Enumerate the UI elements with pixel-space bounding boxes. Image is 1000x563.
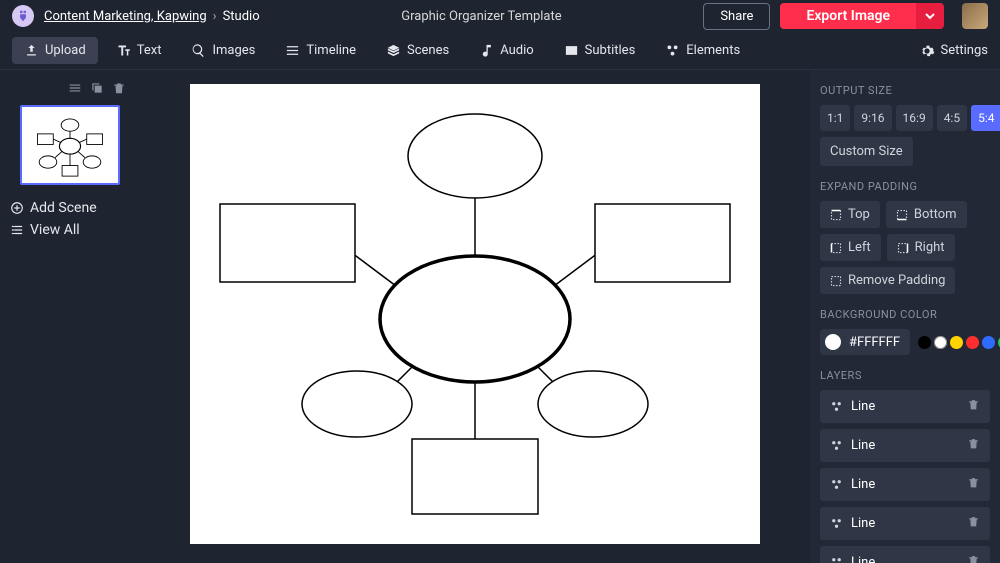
upload-button[interactable]: Upload <box>12 37 98 64</box>
add-scene-button[interactable]: Add Scene <box>10 197 130 219</box>
settings-button[interactable]: Settings <box>919 43 988 59</box>
scenes-button[interactable]: Scenes <box>374 37 461 64</box>
inspector-panel: OUTPUT SIZE 1:19:1616:94:55:4 Custom Siz… <box>810 70 1000 563</box>
pad-bottom-icon <box>896 209 908 221</box>
ratio-9-16[interactable]: 9:16 <box>854 105 891 131</box>
page-title[interactable]: Graphic Organizer Template <box>270 9 694 24</box>
add-scene-label: Add Scene <box>30 200 97 216</box>
breadcrumb: Content Marketing, Kapwing › Studio <box>44 9 260 24</box>
delete-icon[interactable] <box>112 80 126 99</box>
upload-label: Upload <box>45 43 86 58</box>
remove-padding-button[interactable]: Remove Padding <box>820 267 955 294</box>
pad-right-button[interactable]: Right <box>887 234 955 261</box>
pad-top-icon <box>830 209 842 221</box>
ratio-16-9[interactable]: 16:9 <box>896 105 933 131</box>
expand-padding-label: EXPAND PADDING <box>820 180 990 193</box>
images-button[interactable]: Images <box>179 37 267 64</box>
ratio-1-1[interactable]: 1:1 <box>820 105 850 131</box>
scenes-panel: Add Scene View All <box>0 70 140 563</box>
logo-icon[interactable] <box>12 5 34 27</box>
search-icon <box>191 43 206 58</box>
ratio-4-5[interactable]: 4:5 <box>937 105 967 131</box>
preset-color-0[interactable] <box>918 336 931 349</box>
breadcrumb-workspace[interactable]: Content Marketing, Kapwing <box>44 9 207 24</box>
images-label: Images <box>212 43 255 58</box>
layer-row-0[interactable]: Line <box>820 390 990 423</box>
preset-color-3[interactable] <box>966 336 979 349</box>
shape-icon <box>830 556 843 563</box>
reorder-icon[interactable] <box>68 80 82 99</box>
subtitles-label: Subtitles <box>585 43 636 58</box>
text-label: Text <box>137 43 162 58</box>
delete-layer-button[interactable] <box>967 437 980 454</box>
export-dropdown-button[interactable] <box>916 3 944 29</box>
audio-button[interactable]: Audio <box>467 37 545 64</box>
shape-icon <box>830 400 843 413</box>
background-color-value: #FFFFFF <box>849 335 900 350</box>
text-button[interactable]: Text <box>104 37 174 64</box>
elements-button[interactable]: Elements <box>653 37 752 64</box>
share-button[interactable]: Share <box>703 3 770 30</box>
layer-name: Line <box>851 477 875 492</box>
elements-icon <box>665 43 680 58</box>
scene-thumbnail[interactable] <box>20 105 120 185</box>
remove-padding-icon <box>830 275 842 287</box>
preset-color-1[interactable] <box>934 336 947 349</box>
layer-row-1[interactable]: Line <box>820 429 990 462</box>
pad-bottom-button[interactable]: Bottom <box>886 201 967 228</box>
scenes-icon <box>386 43 401 58</box>
scenes-label: Scenes <box>407 43 449 58</box>
layer-row-3[interactable]: Line <box>820 507 990 540</box>
text-icon <box>116 43 131 58</box>
ratio-5-4[interactable]: 5:4 <box>971 105 1000 131</box>
pad-right-icon <box>897 242 909 254</box>
list-icon <box>10 223 24 237</box>
pad-top-button[interactable]: Top <box>820 201 880 228</box>
shape-icon <box>830 478 843 491</box>
layer-row-2[interactable]: Line <box>820 468 990 501</box>
breadcrumb-page: Studio <box>223 9 260 24</box>
layer-name: Line <box>851 438 875 453</box>
plus-circle-icon <box>10 201 24 215</box>
pad-left-button[interactable]: Left <box>820 234 881 261</box>
timeline-button[interactable]: Timeline <box>273 37 368 64</box>
delete-layer-button[interactable] <box>967 398 980 415</box>
avatar[interactable] <box>962 3 988 29</box>
audio-label: Audio <box>500 43 533 58</box>
custom-size-button[interactable]: Custom Size <box>820 137 913 166</box>
layer-name: Line <box>851 555 875 563</box>
preset-color-2[interactable] <box>950 336 963 349</box>
subtitles-icon <box>564 43 579 58</box>
canvas[interactable] <box>190 84 760 544</box>
delete-layer-button[interactable] <box>967 554 980 563</box>
upload-icon <box>24 43 39 58</box>
current-color-swatch <box>825 334 841 350</box>
export-button[interactable]: Export Image <box>780 3 916 29</box>
output-size-label: OUTPUT SIZE <box>820 84 990 97</box>
background-color-input[interactable]: #FFFFFF <box>820 329 910 355</box>
gear-icon <box>919 43 935 59</box>
chevron-right-icon: › <box>213 9 217 24</box>
shape-icon <box>830 439 843 452</box>
preset-color-4[interactable] <box>982 336 995 349</box>
delete-layer-button[interactable] <box>967 476 980 493</box>
layers-label: LAYERS <box>820 369 990 382</box>
view-all-label: View All <box>30 222 80 238</box>
delete-layer-button[interactable] <box>967 515 980 532</box>
elements-label: Elements <box>686 43 740 58</box>
settings-label: Settings <box>941 43 988 58</box>
layer-name: Line <box>851 516 875 531</box>
duplicate-icon[interactable] <box>90 80 104 99</box>
background-color-label: BACKGROUND COLOR <box>820 308 990 321</box>
subtitles-button[interactable]: Subtitles <box>552 37 648 64</box>
shape-icon <box>830 517 843 530</box>
chevron-down-icon <box>925 11 935 21</box>
layer-row-4[interactable]: Line <box>820 546 990 563</box>
pad-left-icon <box>830 242 842 254</box>
layer-name: Line <box>851 399 875 414</box>
timeline-icon <box>285 43 300 58</box>
timeline-label: Timeline <box>306 43 356 58</box>
view-all-button[interactable]: View All <box>10 219 130 241</box>
audio-icon <box>479 43 494 58</box>
